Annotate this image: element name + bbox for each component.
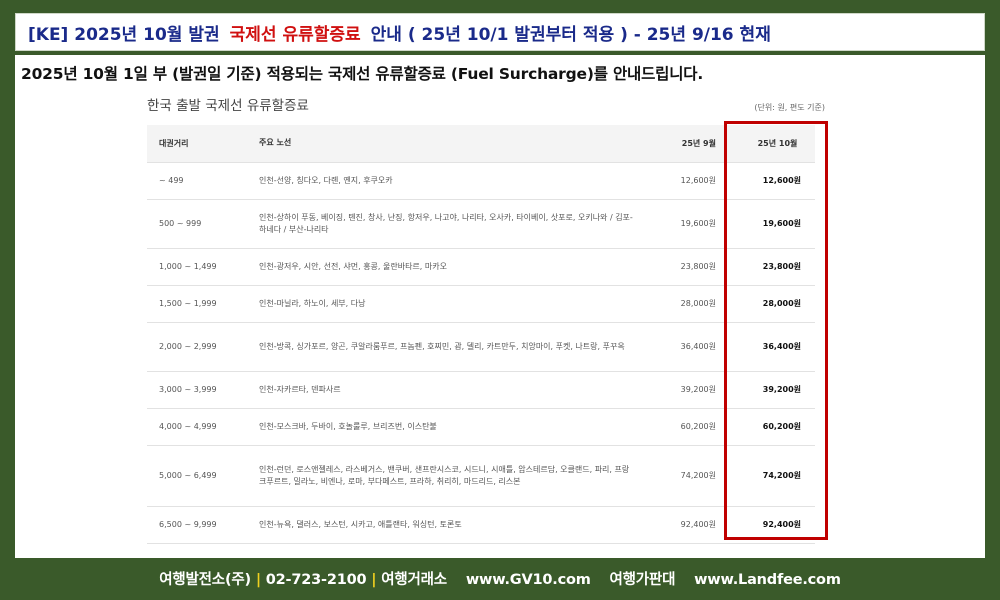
routes-cell: 인천-런던, 로스앤젤레스, 라스베거스, 밴쿠버, 샌프란시스코, 시드니, …: [247, 445, 647, 507]
sep-price-cell: 28,000원: [647, 285, 730, 323]
distance-cell: 6,500 ~ 9,999: [147, 506, 247, 544]
routes-cell: 인천-뉴욕, 댈러스, 보스턴, 시카고, 애틀랜타, 워싱턴, 토론토: [247, 506, 647, 544]
routes-cell: 인천-선양, 칭다오, 다롄, 옌지, 후쿠오카: [247, 162, 647, 200]
oct-price-cell: 23,800원: [730, 248, 815, 286]
sep-price-cell: 12,600원: [647, 162, 730, 200]
footer-label-landfee: 여행가판대: [609, 572, 676, 588]
distance-cell: 2,000 ~ 2,999: [147, 322, 247, 372]
routes-cell: 인천-마닐라, 하노이, 세부, 다낭: [247, 285, 647, 323]
page-title: [KE] 2025년 10월 발권 국제선 유류할증료 안내 ( 25년 10/…: [15, 13, 985, 51]
title-highlight: 국제선 유류할증료: [229, 24, 361, 45]
routes-cell: 인천-광저우, 시안, 선전, 샤먼, 홍콩, 울란바타르, 마카오: [247, 248, 647, 286]
footer-separator: |: [371, 572, 377, 588]
distance-cell: 1,000 ~ 1,499: [147, 248, 247, 286]
header-sep: 25년 9월: [647, 125, 730, 163]
routes-cell: 인천-방콕, 싱가포르, 양곤, 쿠알라룸푸르, 프놈펜, 호찌민, 괌, 델리…: [247, 322, 647, 372]
table-row: 4,000 ~ 4,999 인천-모스크바, 두바이, 호놀룰루, 브리즈번, …: [147, 408, 815, 446]
footer-company: 여행발전소(주): [159, 572, 251, 588]
sep-price-cell: 92,400원: [647, 506, 730, 544]
sep-price-cell: 36,400원: [647, 322, 730, 372]
oct-price-cell: 12,600원: [730, 162, 815, 200]
header-oct: 25년 10월: [730, 125, 815, 163]
footer-link-gv10[interactable]: www.GV10.com: [466, 572, 591, 588]
sep-price-cell: 19,600원: [647, 199, 730, 249]
table-title: 한국 출발 국제선 유류할증료: [147, 98, 309, 114]
footer-label-gv10: 여행거래소: [381, 572, 447, 588]
distance-cell: 1,500 ~ 1,999: [147, 285, 247, 323]
surcharge-table: 대권거리 주요 노선 25년 9월 25년 10월 ~ 499 인천-선양, 칭…: [147, 125, 815, 544]
lead-text: 2025년 10월 1일 부 (발권일 기준) 적용되는 국제선 유류할증료 (…: [21, 65, 704, 83]
footer-separator: |: [255, 572, 261, 588]
routes-cell: 인천-상하이 푸동, 베이징, 톈진, 창사, 난징, 항저우, 나고야, 나리…: [247, 199, 647, 249]
unit-note: (단위: 원, 편도 기준): [754, 103, 825, 112]
distance-cell: 5,000 ~ 6,499: [147, 445, 247, 507]
distance-cell: 500 ~ 999: [147, 199, 247, 249]
routes-cell: 인천-자카르타, 덴파사르: [247, 371, 647, 409]
oct-price-cell: 74,200원: [730, 445, 815, 507]
content-panel: 2025년 10월 1일 부 (발권일 기준) 적용되는 국제선 유류할증료 (…: [15, 55, 985, 558]
header-routes: 주요 노선: [247, 125, 647, 163]
distance-cell: 4,000 ~ 4,999: [147, 408, 247, 446]
table-header-row: 대권거리 주요 노선 25년 9월 25년 10월: [147, 125, 815, 163]
sep-price-cell: 74,200원: [647, 445, 730, 507]
table-row: ~ 499 인천-선양, 칭다오, 다롄, 옌지, 후쿠오카 12,600원 1…: [147, 162, 815, 200]
table-row: 2,000 ~ 2,999 인천-방콕, 싱가포르, 양곤, 쿠알라룸푸르, 프…: [147, 322, 815, 372]
sep-price-cell: 60,200원: [647, 408, 730, 446]
table-row: 5,000 ~ 6,499 인천-런던, 로스앤젤레스, 라스베거스, 밴쿠버,…: [147, 445, 815, 507]
routes-cell: 인천-모스크바, 두바이, 호놀룰루, 브리즈번, 이스탄불: [247, 408, 647, 446]
title-prefix: [KE] 2025년 10월 발권: [28, 24, 220, 45]
distance-cell: 3,000 ~ 3,999: [147, 371, 247, 409]
table-row: 6,500 ~ 9,999 인천-뉴욕, 댈러스, 보스턴, 시카고, 애틀랜타…: [147, 506, 815, 544]
header-distance: 대권거리: [147, 125, 247, 163]
footer-phone: 02-723-2100: [265, 572, 367, 588]
table-row: 1,000 ~ 1,499 인천-광저우, 시안, 선전, 샤먼, 홍콩, 울란…: [147, 248, 815, 286]
table-row: 1,500 ~ 1,999 인천-마닐라, 하노이, 세부, 다낭 28,000…: [147, 285, 815, 323]
footer-bar: 여행발전소(주) | 02-723-2100 | 여행거래소 www.GV10.…: [0, 568, 1000, 594]
sep-price-cell: 23,800원: [647, 248, 730, 286]
distance-cell: ~ 499: [147, 162, 247, 200]
title-suffix: 안내 ( 25년 10/1 발권부터 적용 ) - 25년 9/16 현재: [370, 24, 771, 45]
oct-price-cell: 19,600원: [730, 199, 815, 249]
oct-price-cell: 60,200원: [730, 408, 815, 446]
oct-price-cell: 36,400원: [730, 322, 815, 372]
table-row: 3,000 ~ 3,999 인천-자카르타, 덴파사르 39,200원 39,2…: [147, 371, 815, 409]
oct-price-cell: 92,400원: [730, 506, 815, 544]
table-row: 500 ~ 999 인천-상하이 푸동, 베이징, 톈진, 창사, 난징, 항저…: [147, 199, 815, 249]
sep-price-cell: 39,200원: [647, 371, 730, 409]
oct-price-cell: 39,200원: [730, 371, 815, 409]
footer-link-landfee[interactable]: www.Landfee.com: [694, 572, 841, 588]
oct-price-cell: 28,000원: [730, 285, 815, 323]
